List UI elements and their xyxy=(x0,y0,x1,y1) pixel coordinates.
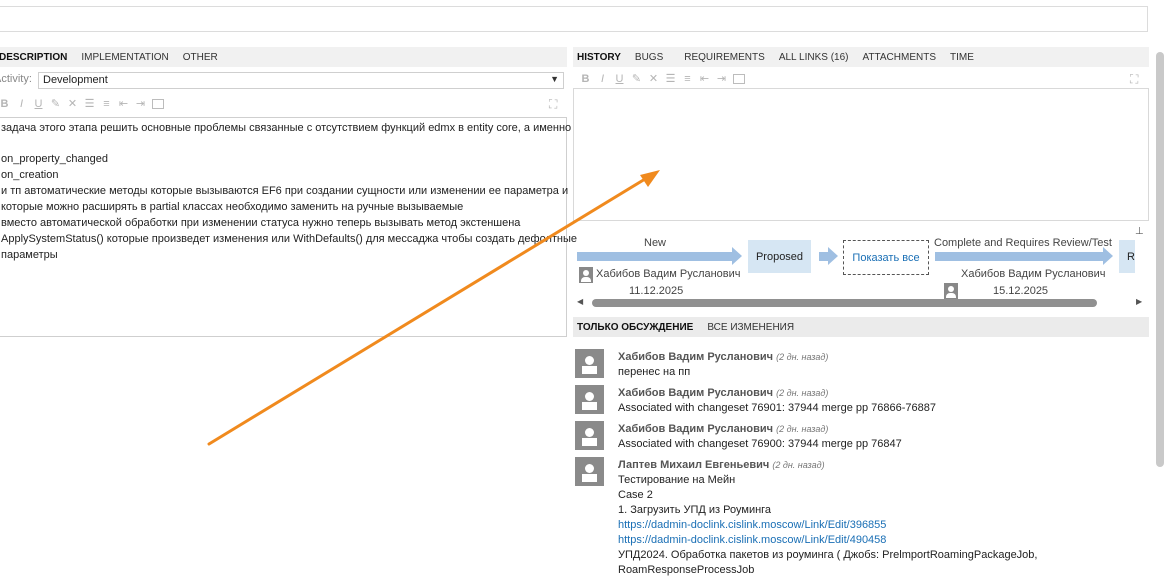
annotation-arrow-line xyxy=(207,174,652,446)
annotation-arrow-head xyxy=(640,170,660,187)
annotation-arrow xyxy=(207,170,660,446)
